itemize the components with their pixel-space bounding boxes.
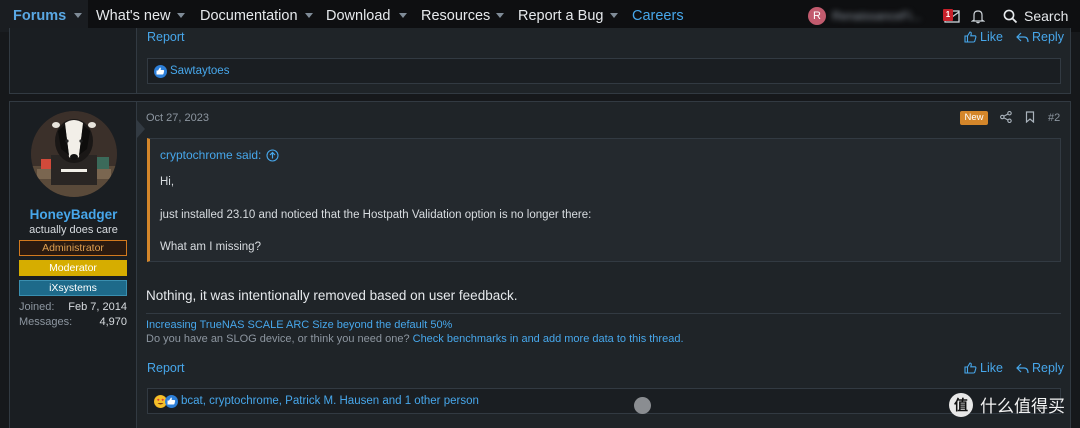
like-button[interactable]: Like: [964, 30, 1003, 44]
nav-forums-label: Forums: [13, 8, 67, 24]
reactions-users[interactable]: bcat, cryptochrome, Patrick M. Hausen an…: [181, 395, 479, 407]
moderator-banner: Moderator: [19, 260, 127, 276]
nav-report-a-bug-label: Report a Bug: [518, 8, 604, 24]
search-icon: [1003, 9, 1018, 23]
chevron-down-icon[interactable]: [177, 13, 185, 18]
quote-line: Hi,: [160, 176, 175, 188]
reactions-users[interactable]: Sawtaytoes: [170, 65, 229, 77]
like-label: Like: [980, 30, 1003, 44]
reply-icon: [1016, 32, 1029, 42]
like-reaction-icon: [165, 394, 178, 408]
quote-author-label: cryptochrome said:: [160, 148, 262, 162]
post-body: Nothing, it was intentionally removed ba…: [146, 288, 518, 303]
signature-text: Do you have an SLOG device, or think you…: [146, 333, 684, 345]
quote-author[interactable]: cryptochrome said:: [160, 148, 279, 162]
post-date[interactable]: Oct 27, 2023: [146, 112, 209, 124]
thumbs-up-icon: [964, 362, 977, 374]
signature-link[interactable]: Increasing TrueNAS SCALE ARC Size beyond…: [146, 319, 452, 331]
quote-line: What am I missing?: [160, 241, 261, 253]
alert-count-badge: 1: [943, 9, 953, 21]
author-username[interactable]: HoneyBadger: [10, 207, 137, 222]
author-title: actually does care: [29, 224, 118, 236]
user-arrow: [137, 120, 145, 138]
like-reaction-icon: [154, 64, 167, 78]
new-badge: New: [960, 111, 988, 125]
reply-label: Reply: [1032, 30, 1064, 44]
arrow-up-circle-icon[interactable]: [266, 148, 279, 162]
search-label: Search: [1024, 8, 1069, 24]
signature-divider: [146, 313, 1061, 314]
reply-button[interactable]: Reply: [1016, 361, 1064, 375]
reply-icon: [1016, 363, 1029, 373]
avatar[interactable]: [31, 111, 117, 197]
chevron-down-icon[interactable]: [610, 13, 618, 18]
ixsystems-banner: iXsystems: [19, 280, 127, 296]
badger-avatar-image: [31, 111, 117, 197]
quote-line: just installed 23.10 and noticed that th…: [160, 209, 592, 221]
quote-block: cryptochrome said: Hi, just installed 23…: [147, 138, 1061, 262]
chevron-down-icon[interactable]: [399, 13, 407, 18]
reactions-bar[interactable]: bcat, cryptochrome, Patrick M. Hausen an…: [147, 388, 1061, 414]
nav-documentation-label: Documentation: [200, 8, 298, 24]
reply-label: Reply: [1032, 361, 1064, 375]
messages-label: Messages:: [19, 316, 73, 328]
bookmark-icon: [1025, 111, 1035, 124]
nav-resources-label: Resources: [421, 8, 491, 24]
chevron-down-icon[interactable]: [305, 13, 313, 18]
messages-value[interactable]: 4,970: [99, 316, 127, 328]
nav-whats-new-label: What's new: [96, 8, 171, 24]
watermark-text: 什么值得买: [980, 397, 1065, 417]
chevron-down-icon[interactable]: [74, 13, 82, 18]
report-link[interactable]: Report: [147, 30, 185, 44]
thumbs-up-icon: [964, 31, 977, 43]
bell-icon: [971, 9, 985, 23]
author-messages: Messages: 4,970: [19, 316, 127, 328]
signature-benchmark-link[interactable]: Check benchmarks in and add more data to…: [413, 333, 684, 345]
share-button[interactable]: [1000, 110, 1012, 126]
bookmark-button[interactable]: [1025, 111, 1035, 126]
post-user-area: HoneyBadger actually does care Administr…: [10, 102, 137, 428]
watermark-logo: 值: [949, 392, 973, 417]
user-name: RenaissanceFi...: [832, 9, 922, 23]
reactions-bar[interactable]: Sawtaytoes: [147, 58, 1061, 84]
avatar: R: [808, 7, 826, 25]
touch-indicator: [634, 397, 651, 414]
nav-download-label: Download: [326, 8, 391, 24]
joined-value: Feb 7, 2014: [68, 301, 127, 313]
administrator-banner: Administrator: [19, 240, 127, 256]
nav-careers-label: Careers: [632, 8, 684, 24]
previous-post: Report Like Reply Sawtaytoes: [9, 28, 1071, 94]
signature-text-prefix: Do you have an SLOG device, or think you…: [146, 333, 410, 345]
share-icon: [1000, 110, 1012, 124]
post-user-area: [10, 28, 137, 93]
like-label: Like: [980, 361, 1003, 375]
report-link[interactable]: Report: [147, 361, 185, 375]
watermark: 值 什么值得买: [949, 392, 1065, 417]
author-joined: Joined: Feb 7, 2014: [19, 301, 127, 313]
chevron-down-icon[interactable]: [496, 13, 504, 18]
post-number[interactable]: #2: [1048, 112, 1060, 124]
reply-button[interactable]: Reply: [1016, 30, 1064, 44]
forum-post: HoneyBadger actually does care Administr…: [9, 101, 1071, 428]
like-button[interactable]: Like: [964, 361, 1003, 375]
joined-label: Joined:: [19, 301, 55, 313]
